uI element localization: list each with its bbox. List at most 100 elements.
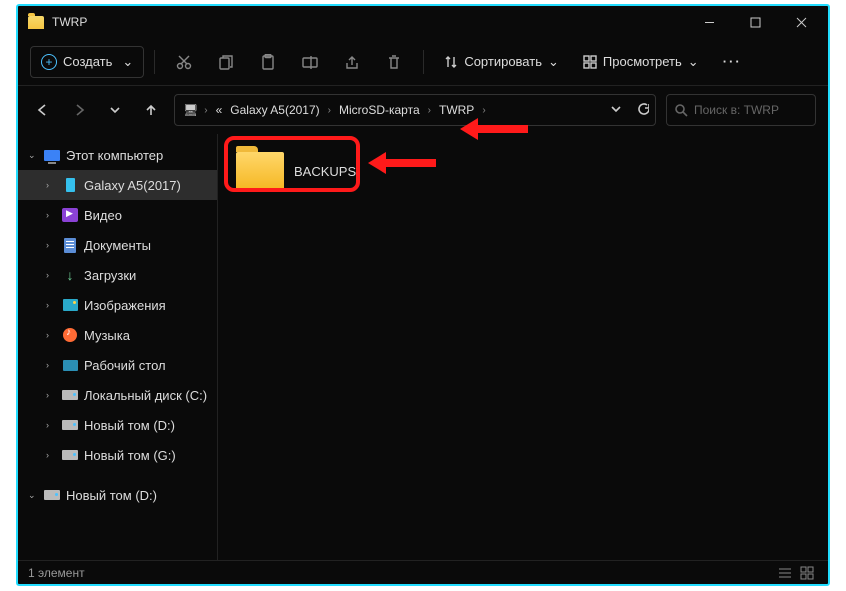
back-button[interactable]	[30, 94, 56, 126]
sidebar-item-drive-g[interactable]: › Новый том (G:)	[18, 440, 217, 470]
sidebar-item-videos[interactable]: › Видео	[18, 200, 217, 230]
chevron-right-icon: ›	[46, 450, 56, 460]
search-icon	[675, 104, 688, 117]
annotation-arrow	[368, 152, 436, 174]
chevron-down-icon: ⌄	[122, 54, 133, 70]
desktop-icon	[63, 360, 78, 371]
separator	[423, 50, 424, 74]
folder-icon	[236, 152, 284, 190]
sidebar-item-music[interactable]: › Музыка	[18, 320, 217, 350]
view-icon	[583, 55, 597, 69]
video-icon	[62, 208, 78, 222]
more-button[interactable]: ···	[713, 44, 752, 80]
sidebar-item-drive-c[interactable]: › Локальный диск (C:)	[18, 380, 217, 410]
sidebar-label: Рабочий стол	[84, 358, 166, 373]
chevron-right-icon: ›	[46, 330, 56, 340]
chevron-down-icon: ⌄	[28, 490, 38, 501]
chevron-right-icon: ›	[46, 180, 56, 190]
body: ⌄ Этот компьютер › Galaxy A5(2017) › Вид…	[18, 134, 828, 560]
delete-button[interactable]	[375, 44, 413, 80]
view-button[interactable]: Просмотреть ⌄	[573, 44, 709, 80]
minimize-button[interactable]	[686, 6, 732, 38]
rename-button[interactable]	[291, 44, 329, 80]
breadcrumb[interactable]: TWRP	[437, 103, 476, 117]
sidebar-label: Загрузки	[84, 268, 136, 283]
drive-icon	[62, 420, 78, 430]
sidebar-label: Этот компьютер	[66, 148, 163, 163]
sort-button[interactable]: Сортировать ⌄	[434, 44, 569, 80]
share-button[interactable]	[333, 44, 371, 80]
search-placeholder: Поиск в: TWRP	[694, 103, 779, 117]
pc-icon: 🖥	[183, 103, 198, 117]
sidebar-label: Galaxy A5(2017)	[84, 178, 181, 193]
content-pane[interactable]: BACKUPS	[218, 134, 828, 560]
folder-backups[interactable]: BACKUPS	[232, 148, 360, 194]
pc-icon	[44, 150, 60, 161]
sort-icon	[444, 55, 458, 69]
image-icon	[63, 299, 78, 311]
chevron-right-icon: ›	[480, 105, 487, 116]
sidebar-label: Новый том (D:)	[84, 418, 175, 433]
cut-button[interactable]	[165, 44, 203, 80]
maximize-button[interactable]	[732, 6, 778, 38]
history-button[interactable]	[609, 102, 622, 118]
sidebar-item-pictures[interactable]: › Изображения	[18, 290, 217, 320]
icons-view-button[interactable]	[796, 564, 818, 582]
chevron-down-icon: ⌄	[548, 54, 559, 70]
window-title: TWRP	[52, 15, 87, 29]
sidebar: ⌄ Этот компьютер › Galaxy A5(2017) › Вид…	[18, 134, 218, 560]
sidebar-label: Новый том (G:)	[84, 448, 176, 463]
sidebar-item-drive-d[interactable]: › Новый том (D:)	[18, 410, 217, 440]
breadcrumb[interactable]: MicroSD-карта	[337, 103, 422, 117]
sidebar-label: Новый том (D:)	[66, 488, 157, 503]
phone-icon	[66, 178, 75, 192]
chevron-right-icon: ›	[46, 210, 56, 220]
drive-icon	[44, 490, 60, 500]
item-count: 1 элемент	[28, 566, 85, 580]
details-view-button[interactable]	[774, 564, 796, 582]
chevron-right-icon: ›	[326, 105, 333, 116]
plus-icon: +	[41, 54, 57, 70]
chevron-right-icon: ›	[426, 105, 433, 116]
breadcrumb[interactable]: «	[214, 103, 225, 117]
sidebar-item-desktop[interactable]: › Рабочий стол	[18, 350, 217, 380]
folder-label: BACKUPS	[294, 164, 356, 179]
forward-button[interactable]	[66, 94, 92, 126]
chevron-down-icon: ⌄	[28, 150, 38, 161]
address-bar[interactable]: 🖥 › « Galaxy A5(2017) › MicroSD-карта › …	[174, 94, 656, 126]
navigation-row: 🖥 › « Galaxy A5(2017) › MicroSD-карта › …	[18, 86, 828, 134]
drive-icon	[62, 390, 78, 400]
chevron-right-icon: ›	[46, 270, 56, 280]
sidebar-item-phone[interactable]: › Galaxy A5(2017)	[18, 170, 217, 200]
sidebar-item-downloads[interactable]: › Загрузки	[18, 260, 217, 290]
copy-button[interactable]	[207, 44, 245, 80]
chevron-down-icon: ⌄	[688, 54, 699, 70]
breadcrumb[interactable]: Galaxy A5(2017)	[228, 103, 321, 117]
titlebar: TWRP	[18, 6, 828, 38]
close-button[interactable]	[778, 6, 824, 38]
sidebar-this-pc[interactable]: ⌄ Этот компьютер	[18, 140, 217, 170]
view-label: Просмотреть	[603, 54, 682, 69]
music-icon	[63, 328, 77, 342]
sidebar-item-documents[interactable]: › Документы	[18, 230, 217, 260]
separator	[154, 50, 155, 74]
sidebar-label: Видео	[84, 208, 122, 223]
new-button[interactable]: + Создать ⌄	[30, 46, 144, 78]
explorer-window: TWRP + Создать ⌄ Сортировать ⌄ Просмотре…	[16, 4, 830, 586]
toolbar: + Создать ⌄ Сортировать ⌄ Просмотреть ⌄ …	[18, 38, 828, 86]
paste-button[interactable]	[249, 44, 287, 80]
chevron-right-icon: ›	[46, 300, 56, 310]
chevron-right-icon: ›	[46, 240, 56, 250]
sidebar-label: Локальный диск (C:)	[84, 388, 207, 403]
search-input[interactable]: Поиск в: TWRP	[666, 94, 816, 126]
refresh-button[interactable]	[636, 102, 649, 118]
sidebar-group-drive[interactable]: ⌄ Новый том (D:)	[18, 480, 217, 510]
sort-label: Сортировать	[464, 54, 542, 69]
download-icon	[62, 267, 78, 283]
drive-icon	[62, 450, 78, 460]
recent-button[interactable]	[102, 94, 128, 126]
up-button[interactable]	[138, 94, 164, 126]
document-icon	[64, 238, 76, 253]
new-label: Создать	[63, 54, 112, 69]
sidebar-label: Изображения	[84, 298, 166, 313]
